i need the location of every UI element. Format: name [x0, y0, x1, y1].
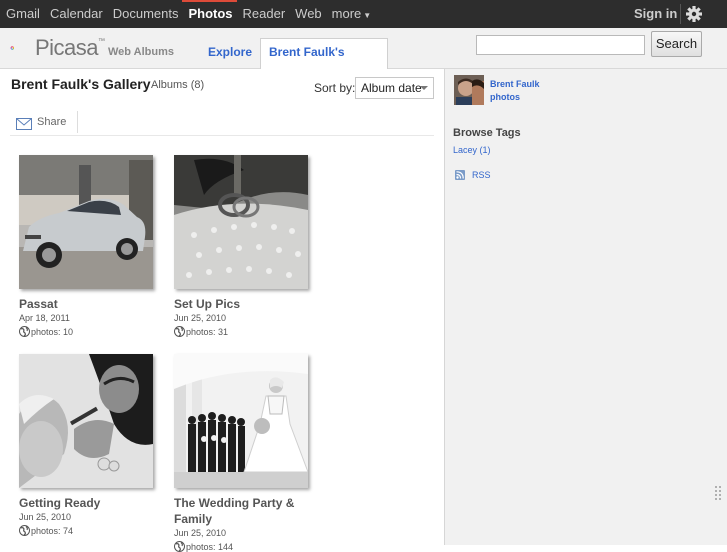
rss-link[interactable]: RSS: [472, 170, 491, 180]
resize-grip-icon[interactable]: [714, 484, 724, 504]
album-thumbnail[interactable]: [19, 155, 153, 289]
album-date: Jun 25, 2010: [19, 512, 72, 522]
globe-icon: [174, 541, 185, 552]
gbar-divider: [680, 4, 681, 24]
globe-icon: [174, 326, 185, 337]
album-card[interactable]: The Wedding Party & Family Jun 25, 2010 …: [174, 354, 324, 552]
avatar[interactable]: [454, 75, 484, 105]
user-name-link[interactable]: Brent Faulk: [490, 79, 540, 89]
rss-icon[interactable]: [455, 170, 465, 180]
google-bar: Gmail Calendar Documents Photos Reader W…: [0, 0, 727, 28]
album-photo-count: photos: 31: [174, 326, 228, 337]
tab-gallery[interactable]: Brent Faulk's Gallery: [260, 38, 388, 85]
album-date: Apr 18, 2011: [19, 313, 70, 323]
albums-count: Albums (8): [151, 79, 205, 91]
globe-icon: [19, 525, 30, 536]
car-photo: [19, 155, 153, 289]
globe-icon: [19, 326, 30, 337]
album-title[interactable]: Getting Ready: [19, 495, 159, 511]
rings-photo: [174, 155, 308, 289]
share-link[interactable]: Share: [37, 116, 66, 128]
album-title[interactable]: The Wedding Party & Family: [174, 495, 314, 527]
settings-gear-icon[interactable]: [682, 3, 706, 25]
page-title: Brent Faulk's Gallery: [11, 76, 151, 92]
photo-count-text: photos: 10: [31, 327, 74, 337]
makeup-photo: [19, 354, 153, 488]
nav-link-reader[interactable]: Reader: [237, 0, 290, 28]
nav-link-photos[interactable]: Photos: [182, 0, 237, 28]
album-photo-count: photos: 144: [174, 541, 233, 552]
logo-trademark: ™: [98, 38, 105, 45]
nav-link-more[interactable]: more ▼: [326, 0, 376, 28]
nav-link-web[interactable]: Web: [289, 0, 326, 28]
album-thumbnail[interactable]: [174, 354, 308, 488]
tab-explore[interactable]: Explore: [199, 38, 257, 68]
album-photo-count: photos: 74: [19, 525, 73, 536]
sort-label: Sort by:: [314, 81, 356, 95]
share-divider: [77, 111, 78, 133]
sidebar: [444, 69, 727, 545]
search-button[interactable]: Search: [651, 31, 702, 57]
logo-subtitle: Web Albums: [108, 46, 175, 58]
sort-select[interactable]: Album date: [355, 77, 434, 99]
more-arrow-icon: ▼: [363, 11, 372, 20]
album-thumbnail[interactable]: [19, 354, 153, 488]
album-photo-count: photos: 10: [19, 326, 73, 337]
sort-select-value: Album date: [361, 81, 422, 95]
tag-link-lacey[interactable]: Lacey (1): [453, 145, 491, 155]
album-date: Jun 25, 2010: [174, 313, 227, 323]
user-photos-link[interactable]: photos: [490, 92, 520, 102]
photo-count-text: photos: 144: [186, 542, 234, 552]
google-bar-nav: Gmail Calendar Documents Photos Reader W…: [0, 0, 375, 28]
user-avatar-photo: [454, 75, 484, 105]
sign-in-link[interactable]: Sign in: [634, 0, 677, 28]
envelope-icon[interactable]: [16, 118, 32, 130]
dropdown-arrow-icon: [420, 86, 428, 90]
toolbar-divider: [10, 135, 434, 136]
nav-link-documents[interactable]: Documents: [107, 0, 183, 28]
album-card[interactable]: Set Up Pics Jun 25, 2010 photos: 31: [174, 155, 324, 345]
album-card[interactable]: Getting Ready Jun 25, 2010 photos: 74: [19, 354, 169, 545]
photo-count-text: photos: 31: [186, 327, 229, 337]
browse-tags-heading: Browse Tags: [453, 127, 521, 139]
album-date: Jun 25, 2010: [174, 528, 227, 538]
album-title[interactable]: Set Up Pics: [174, 296, 314, 312]
album-title[interactable]: Passat: [19, 296, 159, 312]
nav-link-calendar[interactable]: Calendar: [44, 0, 107, 28]
picasa-logo-icon[interactable]: [10, 36, 38, 60]
picasa-logo-text[interactable]: Picasa: [35, 37, 99, 59]
wedding-party-photo: [174, 354, 308, 488]
nav-link-gmail[interactable]: Gmail: [0, 0, 44, 28]
search-input[interactable]: [476, 35, 645, 55]
album-card[interactable]: Passat Apr 18, 2011 photos: 10: [19, 155, 169, 345]
more-label: more: [331, 6, 362, 21]
photo-count-text: photos: 74: [31, 526, 74, 536]
album-thumbnail[interactable]: [174, 155, 308, 289]
